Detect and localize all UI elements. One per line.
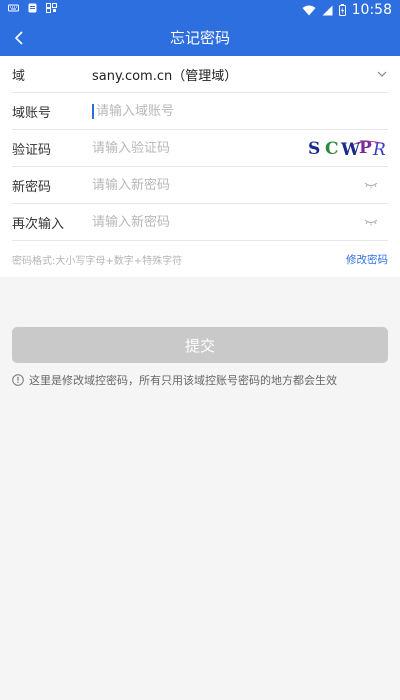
info-icon [12,374,24,386]
eye-closed-icon[interactable] [364,218,378,226]
hint-row: 密码格式:大小写字母+数字+特殊字符 修改密码 [12,241,388,277]
system-icons: 10:58 [302,2,392,18]
new-password-label: 新密码 [12,179,52,195]
page-title: 忘记密码 [169,29,230,47]
chevron-down-icon[interactable] [376,68,388,80]
captcha-char-3: W [340,140,361,160]
scan-icon [46,3,57,13]
new-password-row: 新密码 [12,167,388,204]
keyboard-icon [8,4,19,12]
info-note-text: 这里是修改域控密码，所有只用该域控账号密码的地方都会生效 [29,374,337,387]
notification-icons [8,3,57,13]
info-note: 这里是修改域控密码，所有只用该域控账号密码的地方都会生效 [12,372,337,388]
account-label: 域账号 [12,105,52,121]
captcha-char-4: P [359,138,372,158]
domain-label: 域 [12,68,26,84]
forgot-password-form: 域 sany.com.cn（管理域） 域账号 验证码 S C W P R 新密码… [0,56,400,277]
modify-password-link[interactable]: 修改密码 [346,252,388,267]
app-bar: 忘记密码 [0,20,400,56]
confirm-password-label: 再次输入 [12,216,65,232]
sim-icon [28,3,37,13]
domain-select-value[interactable]: sany.com.cn（管理域） [92,65,237,84]
account-row: 域账号 [12,93,388,130]
captcha-row: 验证码 S C W P R [12,130,388,167]
battery-icon [338,4,346,16]
wifi-icon [302,5,316,15]
signal-icon [322,5,333,15]
captcha-image[interactable]: S C W P R [306,136,388,160]
new-password-input[interactable] [92,177,388,193]
status-bar: 10:58 [0,0,400,20]
captcha-label: 验证码 [12,142,52,158]
confirm-password-input[interactable] [92,214,388,230]
captcha-char-5: R [372,140,386,160]
account-input[interactable] [92,103,388,119]
password-format-hint: 密码格式:大小写字母+数字+特殊字符 [12,255,183,267]
captcha-char-2: C [325,139,339,159]
clock: 10:58 [351,2,392,18]
confirm-password-row: 再次输入 [12,204,388,241]
eye-closed-icon[interactable] [364,181,378,189]
captcha-char-1: S [308,139,320,159]
submit-button[interactable]: 提交 [12,327,388,363]
domain-row[interactable]: 域 sany.com.cn（管理域） [12,56,388,93]
